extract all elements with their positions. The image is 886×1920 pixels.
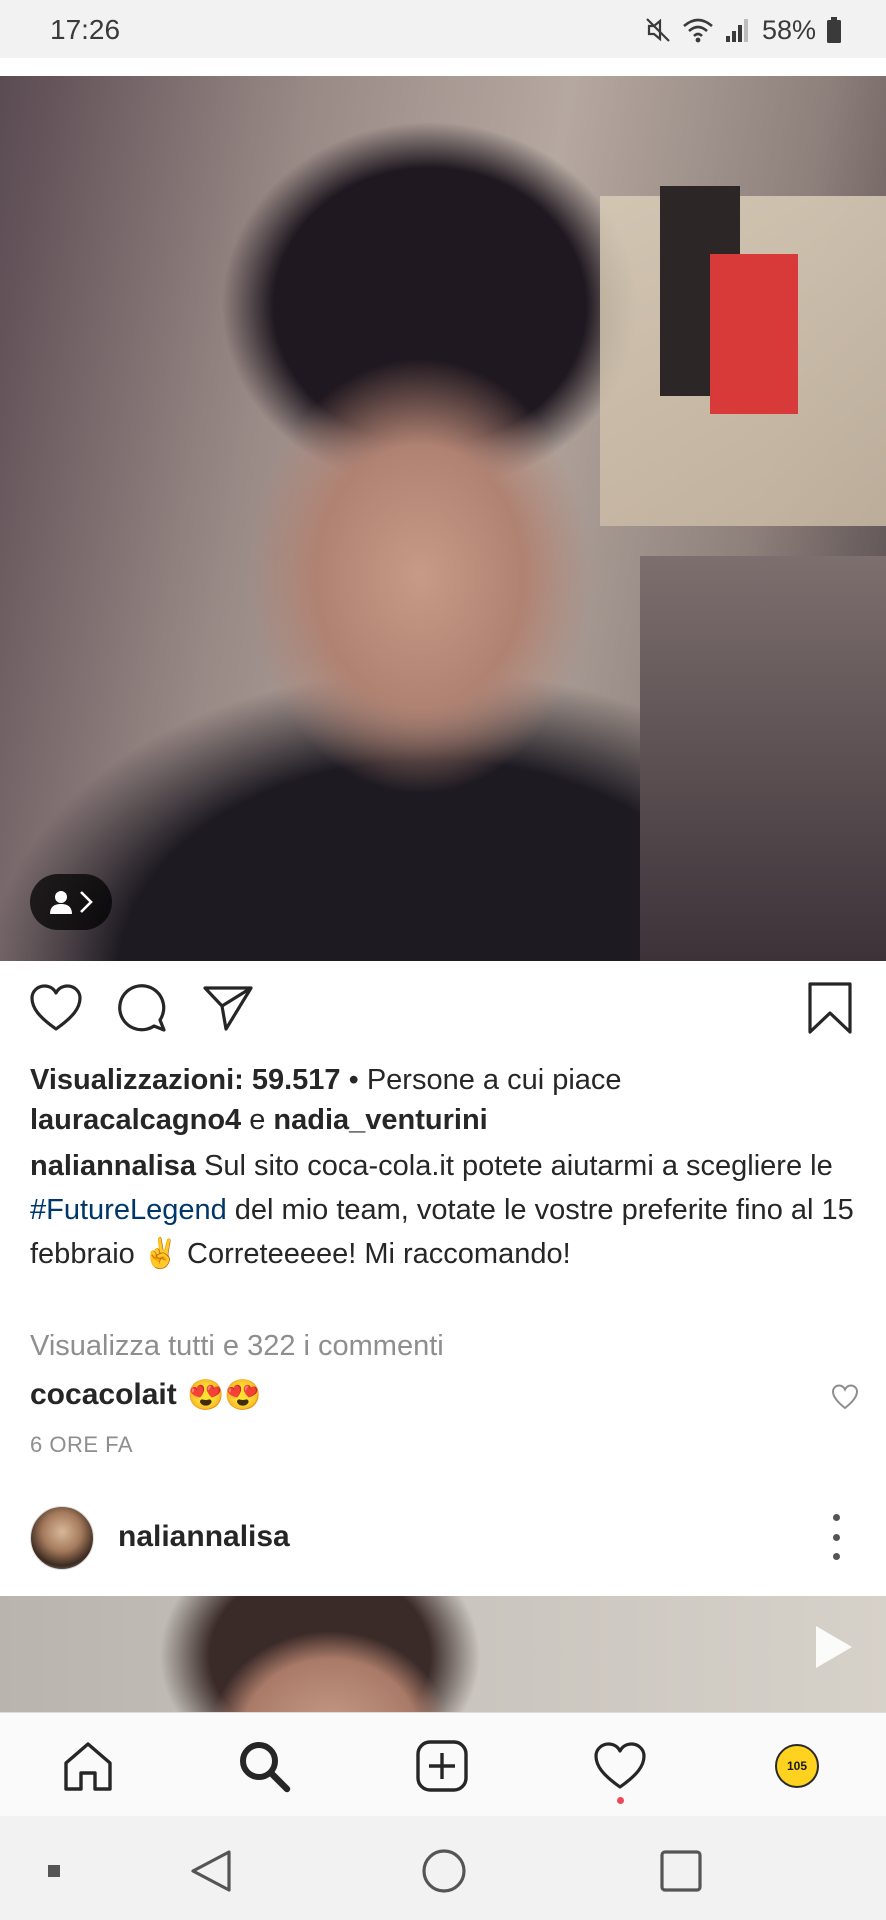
home-button[interactable] <box>419 1846 469 1896</box>
bottom-navigation: 105 <box>0 1712 886 1816</box>
status-bar: 17:26 58% <box>0 0 886 58</box>
status-time: 17:26 <box>50 14 121 45</box>
next-post-header: naliannalisa <box>0 1500 886 1580</box>
caption-text-1: Sul sito coca-cola.it potete aiutarmi a … <box>196 1150 833 1182</box>
nav-profile[interactable]: 105 <box>768 1737 826 1795</box>
play-icon <box>816 1626 852 1668</box>
next-post-video[interactable] <box>0 1596 886 1712</box>
person-icon <box>50 891 72 914</box>
activity-heart-icon <box>594 1742 646 1789</box>
save-button[interactable] <box>802 980 858 1036</box>
comment-text: 😍😍 <box>187 1379 262 1412</box>
likes-summary: Visualizzazioni: 59.517 • Persone a cui … <box>30 1060 860 1140</box>
comment-username[interactable]: cocacolait <box>30 1374 177 1416</box>
nav-search[interactable] <box>235 1737 293 1795</box>
next-post-username[interactable]: naliannalisa <box>118 1520 290 1554</box>
view-count[interactable]: Visualizzazioni: 59.517 <box>30 1064 341 1096</box>
back-button[interactable] <box>186 1846 236 1896</box>
post-timestamp: 6 ORE FA <box>30 1432 134 1457</box>
like-button[interactable] <box>28 980 84 1036</box>
nav-home[interactable] <box>59 1737 117 1795</box>
signal-icon <box>725 19 748 42</box>
system-navigation <box>0 1816 886 1920</box>
status-icons: 58% <box>644 12 842 48</box>
comment-button[interactable] <box>114 980 170 1036</box>
background-wall <box>640 556 886 961</box>
share-icon <box>203 986 253 1031</box>
back-icon <box>191 1850 231 1892</box>
mute-icon <box>646 18 670 42</box>
liker-link-1[interactable]: lauracalcagno4 <box>30 1104 241 1136</box>
chevron-right-icon <box>80 891 93 913</box>
background-red-book <box>710 254 798 414</box>
home-icon <box>64 1742 112 1791</box>
comment-like-heart-icon[interactable] <box>830 1382 860 1412</box>
caption-hashtag[interactable]: #FutureLegend <box>30 1194 227 1226</box>
search-icon <box>240 1742 291 1793</box>
view-all-comments-link[interactable]: Visualizza tutti e 322 i commenti <box>30 1326 444 1366</box>
battery-percentage: 58% <box>761 14 816 45</box>
liker-link-2[interactable]: nadia_venturini <box>273 1104 487 1136</box>
nav-new-post[interactable] <box>413 1737 471 1795</box>
bookmark-icon <box>808 982 852 1034</box>
next-post-avatar[interactable] <box>30 1506 94 1570</box>
post-actions <box>0 980 886 1040</box>
post-caption: naliannalisa Sul sito coca-cola.it potet… <box>30 1144 870 1276</box>
more-options-icon[interactable] <box>826 1514 846 1560</box>
caption-username[interactable]: naliannalisa <box>30 1150 196 1182</box>
overview-button[interactable] <box>656 1846 706 1896</box>
heart-icon <box>30 984 82 1031</box>
activity-notification-dot <box>617 1797 624 1804</box>
tagged-people-button[interactable] <box>30 874 112 930</box>
top-comment: cocacolait 😍😍 <box>30 1374 860 1420</box>
profile-avatar: 105 <box>775 1744 819 1788</box>
likes-prefix: • Persone a cui piace <box>340 1064 622 1096</box>
home-circle-icon <box>422 1849 466 1893</box>
post-video[interactable] <box>0 76 886 961</box>
share-button[interactable] <box>200 980 256 1036</box>
likes-conjunction: e <box>241 1104 274 1136</box>
overview-square-icon <box>660 1850 702 1892</box>
new-post-icon <box>416 1740 468 1792</box>
wifi-icon <box>683 18 713 43</box>
comment-icon <box>118 984 166 1032</box>
nav-activity[interactable] <box>591 1737 649 1795</box>
recent-dot-button[interactable] <box>29 1846 79 1896</box>
recent-dot-icon <box>48 1865 60 1877</box>
battery-icon <box>827 17 841 43</box>
